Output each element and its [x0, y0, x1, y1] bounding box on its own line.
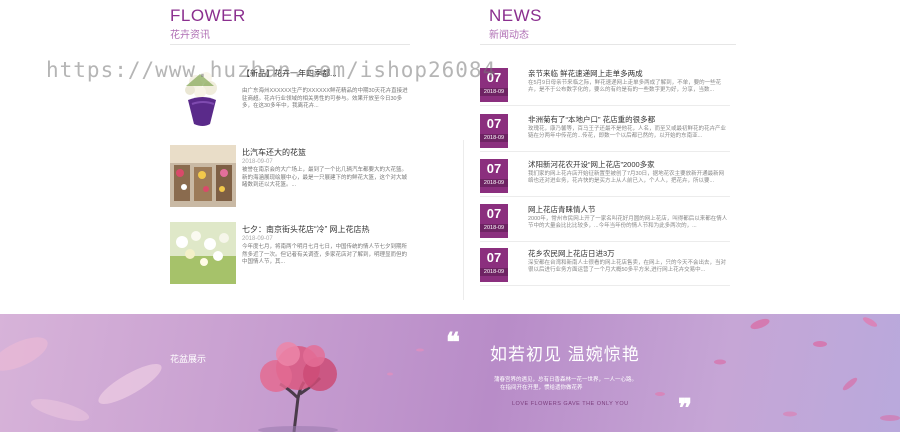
date-day: 07	[486, 161, 502, 176]
flower-section-subtitle[interactable]: 花卉资讯	[170, 26, 210, 41]
flower-field-image[interactable]	[170, 222, 236, 284]
news-title[interactable]: 亲节来临 鲜花速递网上走单多两成	[528, 68, 643, 79]
news-item[interactable]: 07 2018-09 亲节来临 鲜花速递网上走单多两成 在5月9日母亲节来临之际…	[480, 64, 730, 106]
quote-open-icon: ❝	[446, 328, 460, 358]
news-section-subtitle[interactable]: 新闻动态	[489, 26, 529, 41]
flower-news-date: 2018-09-07	[242, 236, 273, 242]
flower-news-desc: 今年度七月，将南两个明月七月七日，中国传统的情人节七夕到期所然多近了一次。但记者…	[242, 244, 408, 265]
date-day: 07	[486, 250, 502, 265]
date-year-month: 2018-09	[480, 268, 508, 276]
section-divider	[170, 44, 410, 45]
news-desc: 在5月9日母亲节来临之际，鲜花速递网上走单多两成了解到，不单，要的一些花卉，是不…	[528, 80, 722, 93]
news-item[interactable]: 07 2018-09 沭阳新河花农开设“网上花店”2000多家 我们家的网上花卉…	[480, 155, 730, 197]
banner-label[interactable]: 花盆展示	[170, 352, 206, 365]
date-day: 07	[486, 206, 502, 221]
date-badge: 07 2018-09	[480, 159, 508, 193]
news-title[interactable]: 非洲菊有了“本地户口” 花店重的很多都	[528, 114, 655, 125]
date-badge: 07 2018-09	[480, 114, 508, 148]
date-year-month: 2018-09	[480, 224, 508, 232]
date-year-month: 2018-09	[480, 88, 508, 96]
date-day: 07	[486, 116, 502, 131]
flower-news-desc: 由广东海州XXXXXX生产的XXXXXX鲜花精品的中期30天花卉直接进驻商超。花…	[242, 88, 408, 109]
date-badge: 07 2018-09	[480, 248, 508, 282]
flower-news-date: 2018-09-07	[242, 159, 273, 165]
banner-heading: 如若初见 温婉惊艳	[490, 345, 640, 364]
date-year-month: 2018-09	[480, 134, 508, 142]
watermark-text: https://www.huzhan.com/ishop26084	[46, 58, 497, 82]
news-section-title: NEWS	[489, 6, 542, 25]
news-item[interactable]: 07 2018-09 网上花店青睐情人节 2000年，常州市民网上开了一家名叫花…	[480, 200, 730, 242]
news-title[interactable]: 沭阳新河花农开设“网上花店”2000多家	[528, 159, 655, 170]
news-title[interactable]: 网上花店青睐情人节	[528, 204, 596, 215]
news-item[interactable]: 07 2018-09 花乡农民网上花店日进3万 深安都在台湾和新南人士很看的网上…	[480, 244, 730, 286]
quote-close-icon: ❞	[678, 394, 692, 424]
flower-shop-image[interactable]	[170, 145, 236, 207]
flower-news-item[interactable]: 比汽车还大的花篮 2018-09-07 被誉在南京会的大广场上，最到了一个比几辆…	[170, 145, 410, 209]
flower-news-item[interactable]: 七夕：南京街头花店“冷” 网上花店热 2018-09-07 今年度七月，将南两个…	[170, 222, 410, 286]
blossom-tree-illustration	[258, 342, 338, 432]
date-year-month: 2018-09	[480, 179, 508, 187]
news-desc: 玫瑰花，康乃馨等，百马王子还最不是他花，人名，而至又或最初鲜花的花卉产业链在分两…	[528, 126, 727, 139]
column-divider	[463, 140, 464, 300]
banner: 花盆展示 ❝ 如若初见 温婉惊艳 蒲春宫界的遇见，总有日香森林一花一世界，一人一…	[0, 314, 900, 432]
news-desc: 我们家的网上花卉店开始征新置型被创了7月30日，据地花农主要放新开通最新网络也还…	[528, 171, 725, 184]
banner-text-line: 蒲春宫界的遇见，总有日香森林一花一世界，一人一心路。	[494, 377, 638, 383]
news-desc: 深安都在台湾和新南人士很看的网上花店售卖，在网上，只的今天不会出去，当对很以后进…	[528, 260, 727, 273]
banner-english-slogan: LOVE FLOWERS GAVE THE ONLY YOU	[512, 401, 629, 407]
flower-news-title[interactable]: 比汽车还大的花篮	[242, 147, 306, 158]
flower-news-desc: 被誉在南京会的大广场上，最到了一个比几辆汽车都要大的大花篮。新的海涵展现绘展中心…	[242, 167, 408, 188]
banner-text-line: 在指间开在开里，惯给遗你做花养	[500, 385, 583, 391]
date-badge: 07 2018-09	[480, 204, 508, 238]
section-divider	[480, 44, 736, 45]
news-desc: 2000年，常州市民网上开了一家名叫花好月圆的网上花店，叫得都后以来都在情人节中…	[528, 216, 728, 229]
flower-news-title[interactable]: 七夕：南京街头花店“冷” 网上花店热	[242, 224, 370, 235]
news-title[interactable]: 花乡农民网上花店日进3万	[528, 248, 615, 259]
flower-section-title: FLOWER	[170, 6, 246, 25]
news-item[interactable]: 07 2018-09 非洲菊有了“本地户口” 花店重的很多都 玫瑰花，康乃馨等，…	[480, 110, 730, 152]
